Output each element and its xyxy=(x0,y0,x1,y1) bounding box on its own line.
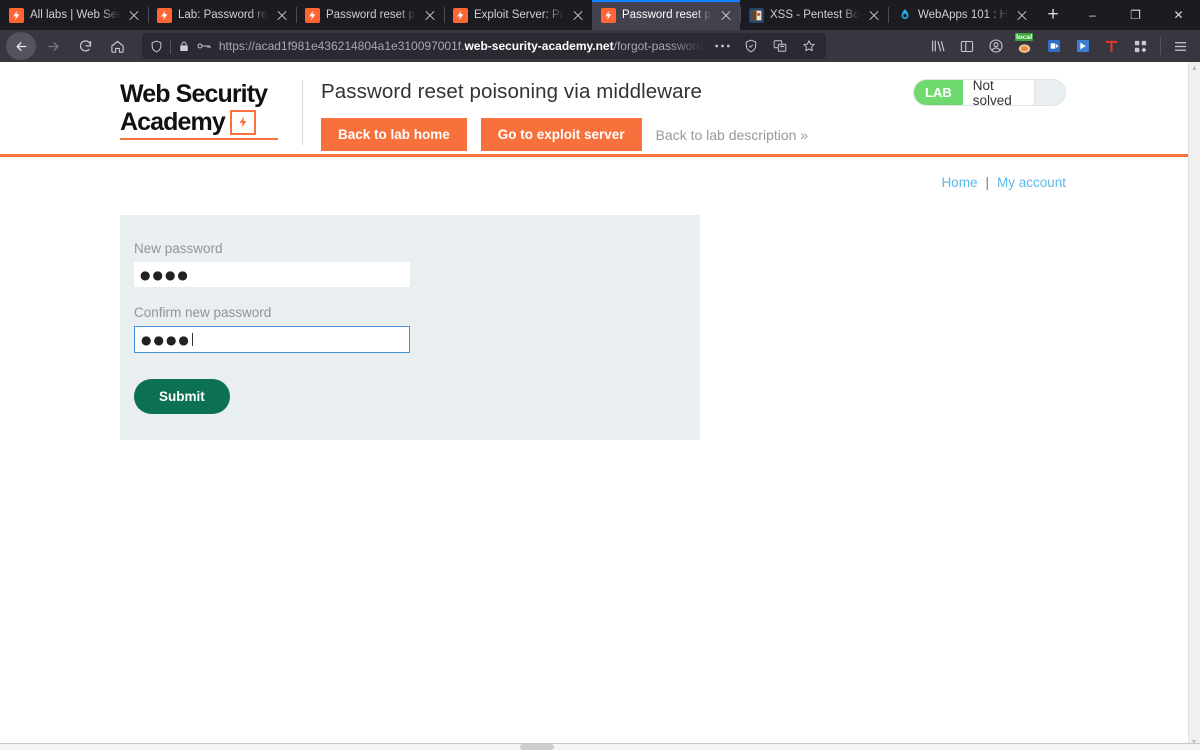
nav-link-home[interactable]: Home xyxy=(941,175,977,190)
horizontal-scrollbar[interactable]: ▼ xyxy=(0,739,1200,750)
text-cursor xyxy=(191,333,193,346)
extension-toolbar: local xyxy=(924,32,1194,60)
horizontal-scrollbar-thumb[interactable] xyxy=(520,744,554,750)
navigation-toolbar: https://acad1f981e436214804a1e310097001f… xyxy=(0,30,1200,62)
status-badge: LAB xyxy=(914,80,963,105)
back-to-lab-description-link[interactable]: Back to lab description » xyxy=(656,127,809,143)
vertical-scrollbar[interactable]: ▲ xyxy=(1188,62,1200,743)
new-tab-button[interactable]: + xyxy=(1036,0,1070,30)
tab-strip: All labs | Web Security Lab: Password re… xyxy=(0,0,1200,30)
logo-line-2: Academy xyxy=(120,108,226,136)
lightning-bolt-icon xyxy=(229,109,256,135)
close-icon[interactable] xyxy=(718,7,734,23)
maximize-button[interactable]: ❐ xyxy=(1114,0,1157,30)
close-icon[interactable] xyxy=(1014,7,1030,23)
confirm-password-input[interactable]: ●●●● xyxy=(134,326,410,353)
page-content: Home | My account New password ●●●● Conf… xyxy=(0,157,1188,440)
padlock-icon[interactable] xyxy=(178,40,190,53)
close-window-button[interactable]: ✕ xyxy=(1157,0,1200,30)
burp-icon xyxy=(601,7,616,23)
confirm-password-label: Confirm new password xyxy=(134,305,272,320)
confirm-password-value: ●●●● xyxy=(141,332,191,347)
account-icon[interactable] xyxy=(982,32,1009,60)
browser-tab-5-active[interactable]: Password reset poison xyxy=(592,0,740,30)
back-to-lab-home-button[interactable]: Back to lab home xyxy=(321,118,467,151)
header-divider xyxy=(302,80,303,145)
wappalyzer-icon[interactable] xyxy=(1069,32,1096,60)
browser-tab-2[interactable]: Lab: Password reset po xyxy=(148,0,296,30)
cookie-editor-icon[interactable] xyxy=(1040,32,1067,60)
browser-tab-1[interactable]: All labs | Web Security xyxy=(0,0,148,30)
lab-status-widget: LAB Not solved xyxy=(913,79,1066,106)
burp-icon xyxy=(9,7,24,23)
submit-button[interactable]: Submit xyxy=(134,379,230,414)
reader-mode-icon[interactable] xyxy=(740,35,762,57)
scrollbar-corner: ▼ xyxy=(1190,739,1198,746)
back-arrow-icon[interactable] xyxy=(6,32,36,60)
minimize-button[interactable]: – xyxy=(1071,0,1114,30)
home-icon[interactable] xyxy=(102,32,132,60)
browser-tab-7[interactable]: WebApps 101 : HTTPR xyxy=(888,0,1036,30)
password-reset-form: New password ●●●● Confirm new password ●… xyxy=(120,215,700,440)
web-page: Web Security Academy Password reset pois… xyxy=(0,62,1188,743)
browser-window: All labs | Web Security Lab: Password re… xyxy=(0,0,1200,750)
new-password-input[interactable]: ●●●● xyxy=(134,262,410,287)
web-security-academy-logo[interactable]: Web Security Academy xyxy=(120,78,288,140)
star-icon[interactable] xyxy=(798,35,820,57)
window-controls: – ❐ ✕ xyxy=(1071,0,1200,30)
burp-icon xyxy=(157,7,172,23)
close-icon[interactable] xyxy=(570,7,586,23)
close-icon[interactable] xyxy=(126,7,142,23)
tab-title: All labs | Web Security xyxy=(30,9,120,21)
ellipsis-icon[interactable] xyxy=(711,35,733,57)
go-to-exploit-server-button[interactable]: Go to exploit server xyxy=(480,118,642,151)
tab-title: WebApps 101 : HTTPR xyxy=(918,9,1008,21)
new-password-label: New password xyxy=(134,241,223,256)
tab-title: Exploit Server: Passwor xyxy=(474,9,564,21)
academy-header: Web Security Academy Password reset pois… xyxy=(0,62,1188,154)
site-nav: Home | My account xyxy=(941,175,1066,190)
nav-link-my-account[interactable]: My account xyxy=(997,175,1066,190)
book-icon xyxy=(749,7,764,23)
new-password-value: ●●●● xyxy=(140,267,190,282)
status-tail xyxy=(1033,80,1065,105)
browser-tab-4[interactable]: Exploit Server: Passwor xyxy=(444,0,592,30)
nav-separator: | xyxy=(985,175,989,190)
burp-extension-icon[interactable]: local xyxy=(1011,32,1038,60)
extensions-grid-icon[interactable] xyxy=(1127,32,1154,60)
webapps-icon xyxy=(897,8,912,23)
tab-title: Password reset poison xyxy=(326,9,416,21)
close-icon[interactable] xyxy=(866,7,882,23)
toolbar-divider xyxy=(1160,37,1161,55)
tampermonkey-icon[interactable] xyxy=(1098,32,1125,60)
burp-icon xyxy=(453,7,468,23)
close-icon[interactable] xyxy=(422,7,438,23)
burp-icon xyxy=(305,7,320,23)
url-divider xyxy=(170,38,171,54)
hamburger-menu-icon[interactable] xyxy=(1167,32,1194,60)
shield-icon[interactable] xyxy=(150,40,163,53)
permissions-key-icon[interactable] xyxy=(197,41,212,51)
forward-arrow-icon[interactable] xyxy=(38,32,68,60)
tab-title: Password reset poison xyxy=(622,9,712,21)
scroll-up-arrow-icon[interactable]: ▲ xyxy=(1189,62,1200,74)
sidebar-icon[interactable] xyxy=(953,32,980,60)
translate-icon[interactable] xyxy=(769,35,791,57)
page-viewport: Web Security Academy Password reset pois… xyxy=(0,62,1200,750)
local-badge: local xyxy=(1015,33,1034,41)
browser-tab-3[interactable]: Password reset poison xyxy=(296,0,444,30)
logo-underline xyxy=(120,138,278,140)
tab-title: XSS - Pentest Book xyxy=(770,9,860,21)
status-text: Not solved xyxy=(962,80,1034,105)
url-bar[interactable]: https://acad1f981e436214804a1e310097001f… xyxy=(142,33,826,59)
logo-line-1: Web Security xyxy=(120,80,268,108)
close-icon[interactable] xyxy=(274,7,290,23)
tab-title: Lab: Password reset po xyxy=(178,9,268,21)
library-icon[interactable] xyxy=(924,32,951,60)
browser-tab-6[interactable]: XSS - Pentest Book xyxy=(740,0,888,30)
url-text: https://acad1f981e436214804a1e310097001f… xyxy=(218,39,704,53)
reload-icon[interactable] xyxy=(70,32,100,60)
